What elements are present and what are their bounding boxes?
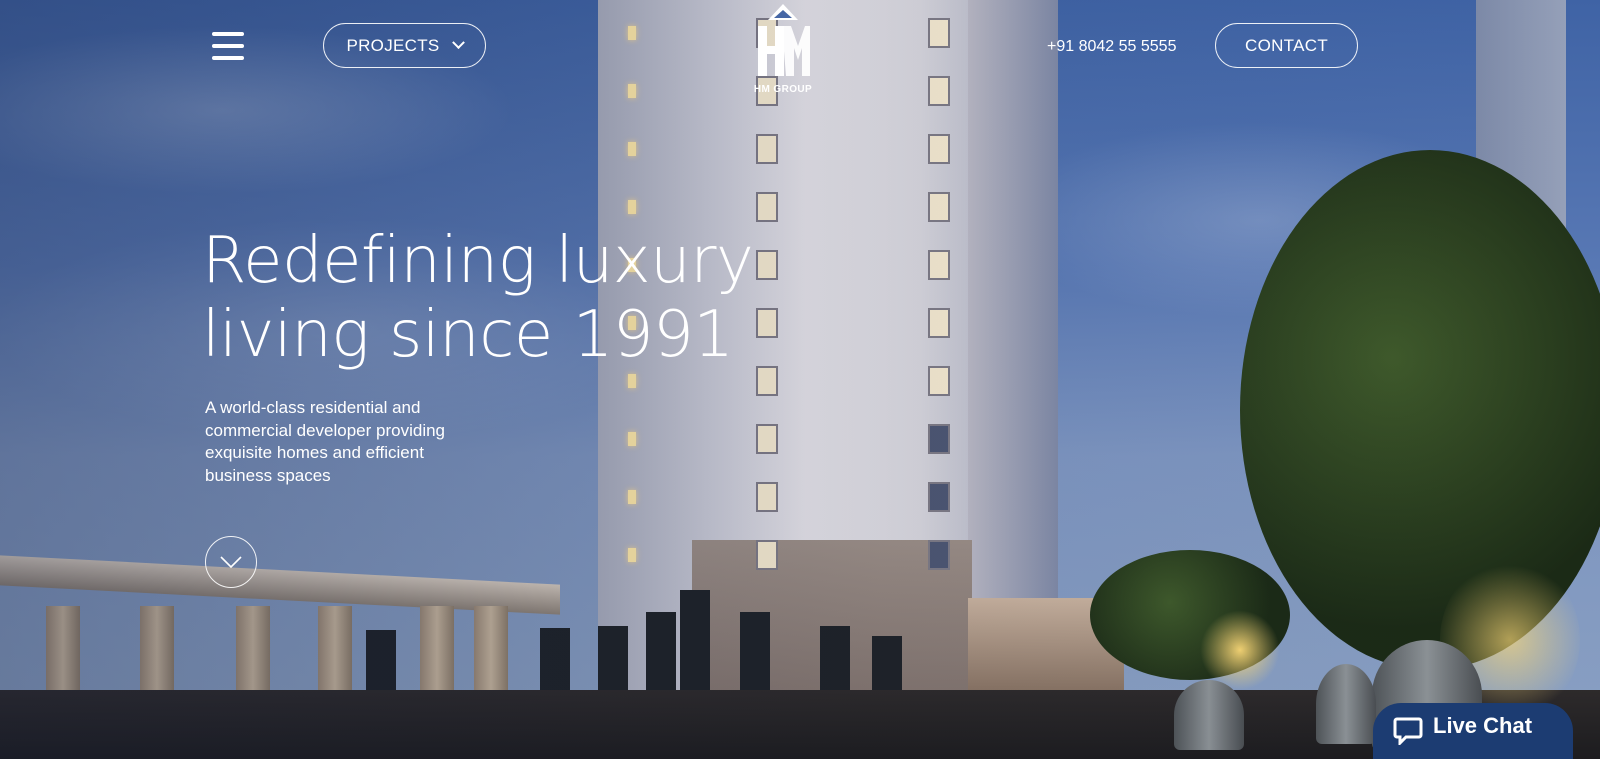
hamburger-menu-icon[interactable]: [212, 32, 244, 60]
overlay-shade: [0, 0, 1600, 759]
contact-button[interactable]: CONTACT: [1215, 23, 1358, 68]
projects-label: PROJECTS: [346, 35, 440, 55]
hero-subtitle: A world-class residential and commercial…: [205, 398, 446, 485]
projects-dropdown-button[interactable]: PROJECTS: [323, 23, 486, 68]
chevron-down-icon: [220, 556, 242, 569]
chat-bubble-icon: [1393, 717, 1423, 745]
logo-text: HM GROUP: [753, 84, 813, 95]
live-chat-button[interactable]: Live Chat: [1373, 703, 1573, 759]
hero-title: Redefining luxury living since 1991: [202, 224, 802, 372]
hm-group-logo[interactable]: HM GROUP: [748, 2, 818, 100]
hero-background: [0, 0, 1600, 759]
phone-link[interactable]: +91 8042 55 5555: [1047, 38, 1176, 56]
hero-title-line-1: Redefining luxury: [202, 224, 754, 298]
live-chat-label: Live Chat: [1433, 713, 1533, 738]
scroll-down-button[interactable]: [205, 536, 257, 588]
hero-title-line-2: living since 1991: [202, 298, 734, 372]
chevron-down-icon: [451, 36, 465, 50]
hm-logo-icon: [758, 4, 810, 76]
